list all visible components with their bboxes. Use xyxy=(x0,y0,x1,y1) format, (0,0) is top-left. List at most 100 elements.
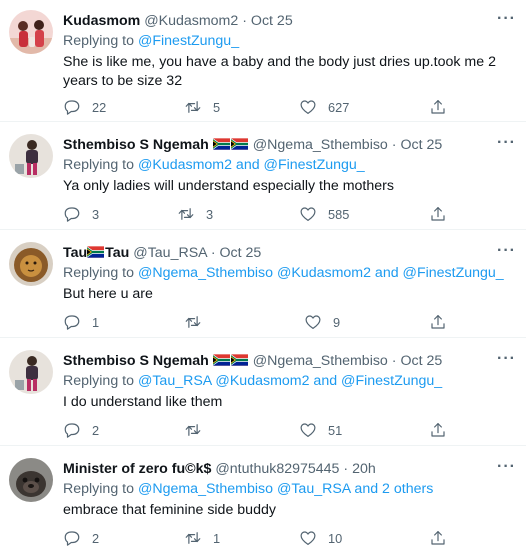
heart-icon xyxy=(304,313,322,331)
share-button[interactable] xyxy=(429,97,447,117)
more-options-icon[interactable]: ··· xyxy=(497,458,516,476)
heart-icon xyxy=(299,98,317,116)
timestamp[interactable]: Oct 25 xyxy=(220,245,262,261)
tweet-header: Tau Tau @Tau_RSA · Oct 25 xyxy=(63,244,261,263)
retweet-count: 5 xyxy=(213,99,221,115)
reply-icon xyxy=(63,98,81,116)
tweet-4[interactable]: Sthembiso S Ngemah @Ngema_Sthembiso · Oc… xyxy=(0,338,526,446)
retweet-icon xyxy=(177,205,195,223)
retweet-button[interactable]: 1 xyxy=(184,528,220,548)
replying-to-label: Replying to xyxy=(63,373,134,389)
replying-to-link[interactable]: @Kudasmom2 and @FinestZungu_ xyxy=(138,157,365,173)
share-button[interactable] xyxy=(429,528,447,548)
reply-icon xyxy=(63,421,81,439)
separator-dot: · xyxy=(210,245,216,261)
timestamp[interactable]: Oct 25 xyxy=(251,13,293,29)
share-button[interactable] xyxy=(429,420,447,440)
retweet-button[interactable]: 5 xyxy=(184,97,220,117)
tweet-header: Kudasmom @Kudasmom2 · Oct 25 xyxy=(63,12,293,31)
tweet-actions: 1 9 xyxy=(63,312,453,332)
retweet-button[interactable] xyxy=(184,420,202,440)
share-button[interactable] xyxy=(429,204,447,224)
avatar[interactable] xyxy=(9,134,53,178)
retweet-icon xyxy=(184,421,202,439)
display-name[interactable]: Sthembiso S Ngemah xyxy=(63,137,209,153)
avatar[interactable] xyxy=(9,242,53,286)
like-button[interactable]: 10 xyxy=(299,528,342,548)
user-handle[interactable]: @Ngema_Sthembiso xyxy=(253,353,388,369)
share-icon xyxy=(429,421,447,439)
share-button[interactable] xyxy=(429,312,447,332)
south-africa-flag-icon xyxy=(87,246,104,258)
reply-count: 22 xyxy=(92,99,107,115)
tweet-text: Ya only ladies will understand especiall… xyxy=(63,178,394,194)
like-button[interactable]: 627 xyxy=(299,97,349,117)
reply-count: 2 xyxy=(92,530,100,546)
more-options-icon[interactable]: ··· xyxy=(497,10,516,28)
display-name[interactable]: Kudasmom xyxy=(63,13,140,29)
avatar[interactable] xyxy=(9,350,53,394)
timestamp[interactable]: 20h xyxy=(352,461,376,477)
reply-button[interactable]: 2 xyxy=(63,528,99,548)
tweet-5[interactable]: Minister of zero fu©k$ @ntuthuk82975445 … xyxy=(0,446,526,547)
like-button[interactable]: 585 xyxy=(299,204,349,224)
user-handle[interactable]: @Tau_RSA xyxy=(133,245,207,261)
display-name-part: Tau xyxy=(105,245,130,261)
display-name[interactable]: Minister of zero fu©k$ xyxy=(63,461,211,477)
tweet-2[interactable]: Sthembiso S Ngemah @Ngema_Sthembiso · Oc… xyxy=(0,122,526,230)
retweet-button[interactable]: 3 xyxy=(177,204,213,224)
retweet-count: 1 xyxy=(213,530,221,546)
replying-to-link[interactable]: @Tau_RSA @Kudasmom2 and @FinestZungu_ xyxy=(138,373,442,389)
user-handle[interactable]: @Ngema_Sthembiso xyxy=(253,137,388,153)
reply-count: 2 xyxy=(92,422,100,438)
replying-to-link[interactable]: @Ngema_Sthembiso @Tau_RSA and 2 others xyxy=(138,481,433,497)
more-options-icon[interactable]: ··· xyxy=(497,350,516,368)
replying-to-label: Replying to xyxy=(63,157,134,173)
tweet-actions: 2 1 10 xyxy=(63,528,453,548)
reply-button[interactable]: 22 xyxy=(63,97,106,117)
display-name[interactable]: Sthembiso S Ngemah xyxy=(63,353,209,369)
separator-dot: · xyxy=(391,137,397,153)
reply-button[interactable]: 1 xyxy=(63,312,99,332)
user-handle[interactable]: @Kudasmom2 xyxy=(144,13,238,29)
replying-to: Replying to @Kudasmom2 and @FinestZungu_ xyxy=(63,156,365,175)
share-icon xyxy=(429,98,447,116)
retweet-icon xyxy=(184,529,202,547)
heart-icon xyxy=(299,529,317,547)
timestamp[interactable]: Oct 25 xyxy=(400,353,442,369)
retweet-count: 3 xyxy=(206,206,214,222)
tweet-text: I do understand like them xyxy=(63,394,223,410)
replying-to: Replying to @FinestZungu_ xyxy=(63,32,239,51)
replying-to-link[interactable]: @Ngema_Sthembiso @Kudasmom2 and @FinestZ… xyxy=(138,265,504,281)
like-button[interactable]: 9 xyxy=(304,312,340,332)
share-icon xyxy=(429,313,447,331)
south-africa-flag-icon xyxy=(213,138,230,150)
replying-to: Replying to @Ngema_Sthembiso @Tau_RSA an… xyxy=(63,480,433,499)
replying-to: Replying to @Ngema_Sthembiso @Kudasmom2 … xyxy=(63,264,504,283)
retweet-icon xyxy=(184,98,202,116)
like-button[interactable]: 51 xyxy=(299,420,342,440)
timestamp[interactable]: Oct 25 xyxy=(400,137,442,153)
reply-button[interactable]: 3 xyxy=(63,204,99,224)
display-name[interactable]: Tau Tau xyxy=(63,245,129,261)
more-options-icon[interactable]: ··· xyxy=(497,242,516,260)
south-africa-flag-icon xyxy=(213,354,230,366)
user-handle[interactable]: @ntuthuk82975445 xyxy=(215,461,339,477)
tweet-actions: 3 3 585 xyxy=(63,204,453,224)
avatar[interactable] xyxy=(9,458,53,502)
more-options-icon[interactable]: ··· xyxy=(497,134,516,152)
avatar[interactable] xyxy=(9,10,53,54)
replying-to-label: Replying to xyxy=(63,481,134,497)
replying-to-link[interactable]: @FinestZungu_ xyxy=(138,33,239,49)
tweet-3[interactable]: Tau Tau @Tau_RSA · Oct 25 ··· Replying to… xyxy=(0,230,526,338)
separator-dot: · xyxy=(343,461,349,477)
like-count: 10 xyxy=(328,530,343,546)
share-icon xyxy=(429,529,447,547)
replying-to-label: Replying to xyxy=(63,265,134,281)
reply-count: 3 xyxy=(92,206,100,222)
tweet-actions: 2 51 xyxy=(63,420,453,440)
retweet-button[interactable] xyxy=(184,312,202,332)
reply-count: 1 xyxy=(92,314,100,330)
reply-button[interactable]: 2 xyxy=(63,420,99,440)
tweet-1[interactable]: Kudasmom @Kudasmom2 · Oct 25 ··· Replyin… xyxy=(0,0,526,122)
